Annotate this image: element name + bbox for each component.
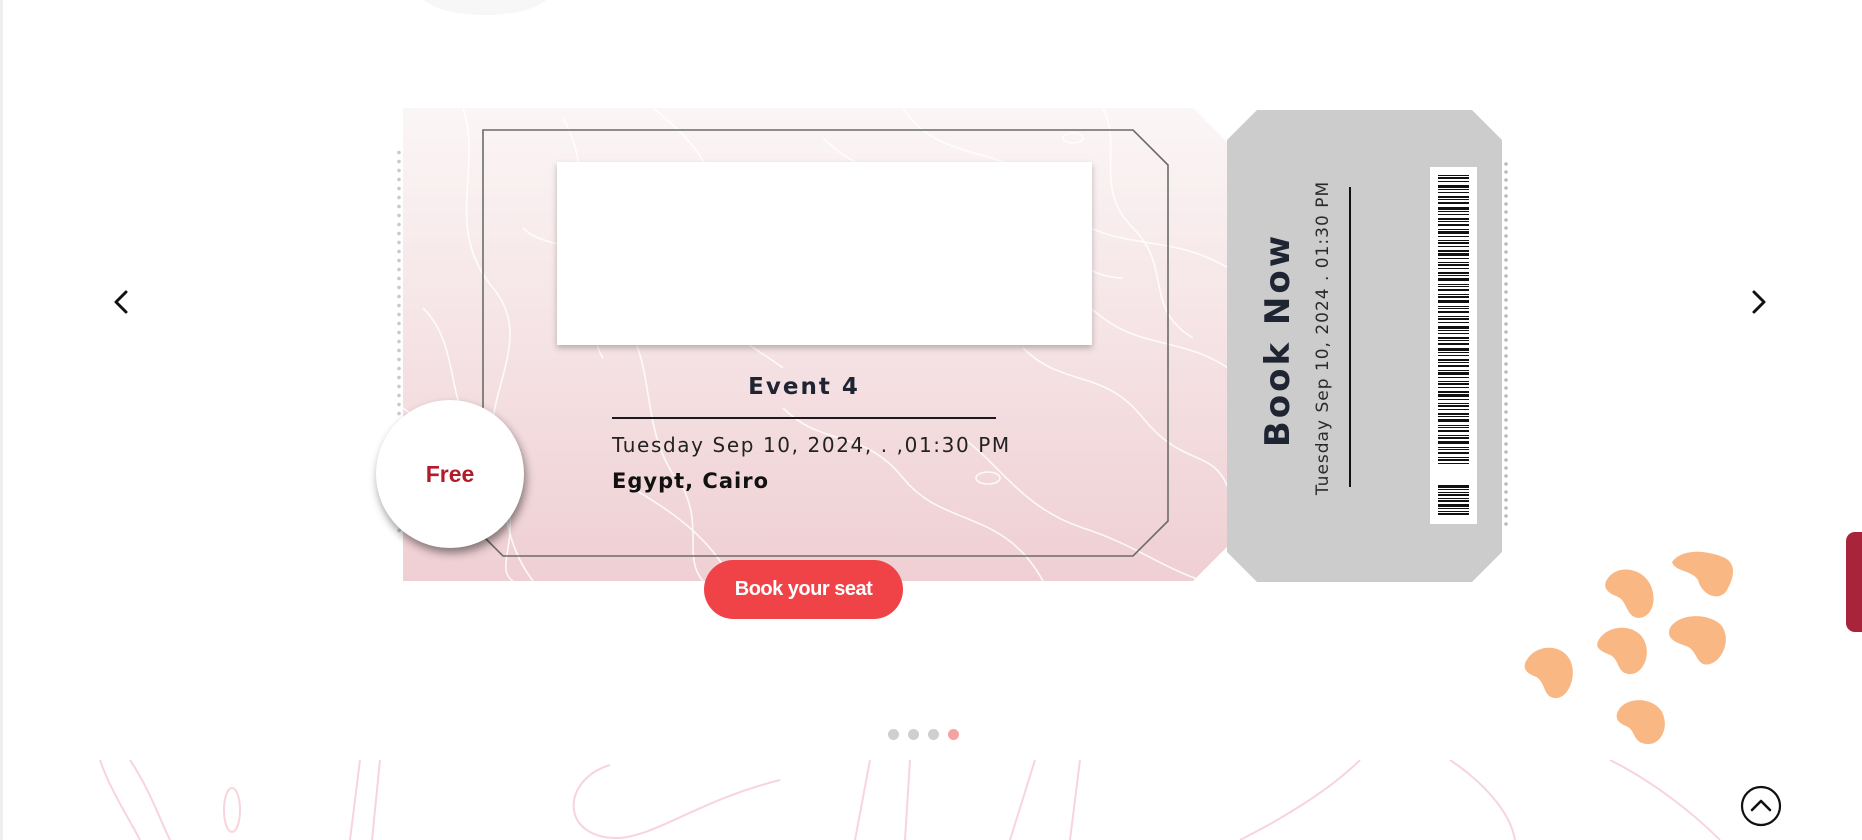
decorative-blobs <box>1524 551 1734 745</box>
stub-perforation <box>1503 160 1509 530</box>
scroll-to-top-button[interactable] <box>1739 784 1783 828</box>
event-image-placeholder <box>557 162 1092 345</box>
carousel-prev-button[interactable] <box>100 280 144 324</box>
book-seat-button[interactable]: Book your seat <box>704 560 903 619</box>
carousel-dot-2[interactable] <box>908 729 919 740</box>
chevron-right-icon <box>1752 290 1766 314</box>
event-title: Event 4 <box>748 374 860 400</box>
carousel-dot-4[interactable] <box>948 729 959 740</box>
stub-divider <box>1349 187 1351 487</box>
title-divider <box>612 417 996 419</box>
carousel-pagination <box>888 729 959 740</box>
stub-book-now-label: Book Now <box>1258 232 1298 448</box>
carousel-dot-3[interactable] <box>928 729 939 740</box>
background-line-art <box>99 760 1721 840</box>
event-location: Egypt, Cairo <box>612 469 769 493</box>
event-date: Tuesday Sep 10, 2024, . ,01:30 PM <box>612 433 1011 457</box>
chevron-up-circle-icon <box>1740 785 1782 827</box>
stub-date: Tuesday Sep 10, 2024 . 01:30 PM <box>1313 180 1333 496</box>
decorative-shadow <box>420 0 550 15</box>
side-feedback-tab[interactable] <box>1846 532 1862 632</box>
carousel-dot-1[interactable] <box>888 729 899 740</box>
chevron-left-icon <box>114 290 128 314</box>
price-badge: Free <box>376 400 524 548</box>
barcode-icon <box>1430 167 1477 524</box>
page-left-border <box>0 0 3 840</box>
carousel-next-button[interactable] <box>1736 280 1780 324</box>
